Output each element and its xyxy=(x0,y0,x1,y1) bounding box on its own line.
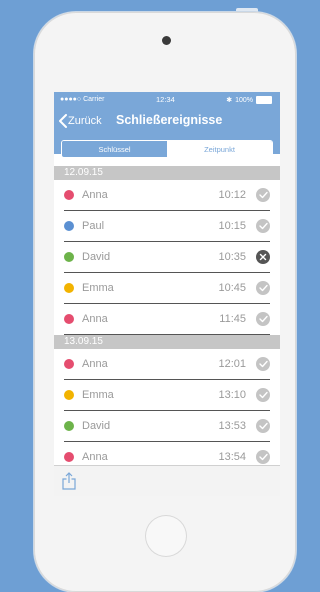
checkmark-icon xyxy=(256,357,270,371)
screen: ●●●●○ Carrier 12:34 ✱ 100% Zurück Schlie… xyxy=(54,92,280,496)
checkmark-icon xyxy=(256,312,270,326)
key-color-dot xyxy=(64,283,74,293)
page-title: Schließereignisse xyxy=(116,113,223,127)
event-name: David xyxy=(82,251,111,263)
checkmark-icon xyxy=(256,219,270,233)
event-name: Anna xyxy=(82,451,108,463)
battery-icon xyxy=(256,96,272,104)
event-row[interactable]: David 13:53 xyxy=(54,411,280,442)
event-time: 10:45 xyxy=(218,282,246,294)
event-row[interactable]: Emma 13:10 xyxy=(54,380,280,411)
checkmark-icon xyxy=(256,188,270,202)
navigation-bar: Zurück Schließereignisse Schlüssel Zeitp… xyxy=(54,108,280,158)
key-color-dot xyxy=(64,190,74,200)
checkmark-icon xyxy=(256,281,270,295)
event-time: 10:35 xyxy=(218,251,246,263)
event-time: 13:53 xyxy=(218,420,246,432)
event-name: Emma xyxy=(82,389,114,401)
event-row[interactable]: David 10:35 xyxy=(54,242,280,273)
home-button[interactable] xyxy=(145,515,187,557)
section-header-date: 13.09.15 xyxy=(54,335,280,349)
status-right: ✱ 100% xyxy=(226,96,272,104)
event-row[interactable]: Anna 11:45 xyxy=(54,304,280,335)
event-name: Anna xyxy=(82,358,108,370)
checkmark-icon xyxy=(256,419,270,433)
key-color-dot xyxy=(64,390,74,400)
back-button[interactable]: Zurück xyxy=(58,114,102,128)
event-row[interactable]: Paul 10:15 xyxy=(54,211,280,242)
event-time: 10:12 xyxy=(218,189,246,201)
event-name: Emma xyxy=(82,282,114,294)
segment-zeitpunkt[interactable]: Zeitpunkt xyxy=(167,141,272,157)
event-row[interactable]: Anna 12:01 xyxy=(54,349,280,380)
event-time: 13:10 xyxy=(218,389,246,401)
share-icon[interactable] xyxy=(62,472,76,495)
key-color-dot xyxy=(64,221,74,231)
key-color-dot xyxy=(64,314,74,324)
event-time: 10:15 xyxy=(218,220,246,232)
battery-percentage: 100% xyxy=(235,96,253,104)
key-color-dot xyxy=(64,252,74,262)
camera xyxy=(162,36,171,45)
event-name: David xyxy=(82,420,111,432)
event-name: Anna xyxy=(82,189,108,201)
key-color-dot xyxy=(64,421,74,431)
bluetooth-icon: ✱ xyxy=(226,97,233,104)
back-label: Zurück xyxy=(68,115,102,127)
segmented-control: Schlüssel Zeitpunkt xyxy=(61,140,273,158)
section-header-date: 12.09.15 xyxy=(54,166,280,180)
bottom-toolbar xyxy=(54,465,280,496)
clock: 12:34 xyxy=(156,95,175,104)
checkmark-icon xyxy=(256,388,270,402)
event-name: Anna xyxy=(82,313,108,325)
segment-schluessel[interactable]: Schlüssel xyxy=(62,141,167,157)
checkmark-icon xyxy=(256,450,270,464)
status-bar: ●●●●○ Carrier 12:34 ✱ 100% xyxy=(54,92,280,108)
event-list: 12.09.15 Anna 10:12 Paul 10:15 David 10:35 Emma… xyxy=(54,166,280,473)
key-color-dot xyxy=(64,359,74,369)
event-time: 11:45 xyxy=(219,313,246,325)
key-color-dot xyxy=(64,452,74,462)
carrier-label: ●●●●○ Carrier xyxy=(60,96,105,103)
event-time: 13:54 xyxy=(218,451,246,463)
denied-icon xyxy=(256,250,270,264)
event-row[interactable]: Anna 10:12 xyxy=(54,180,280,211)
chevron-left-icon xyxy=(59,114,67,128)
event-time: 12:01 xyxy=(218,358,246,370)
event-name: Paul xyxy=(82,220,105,232)
event-row[interactable]: Emma 10:45 xyxy=(54,273,280,304)
